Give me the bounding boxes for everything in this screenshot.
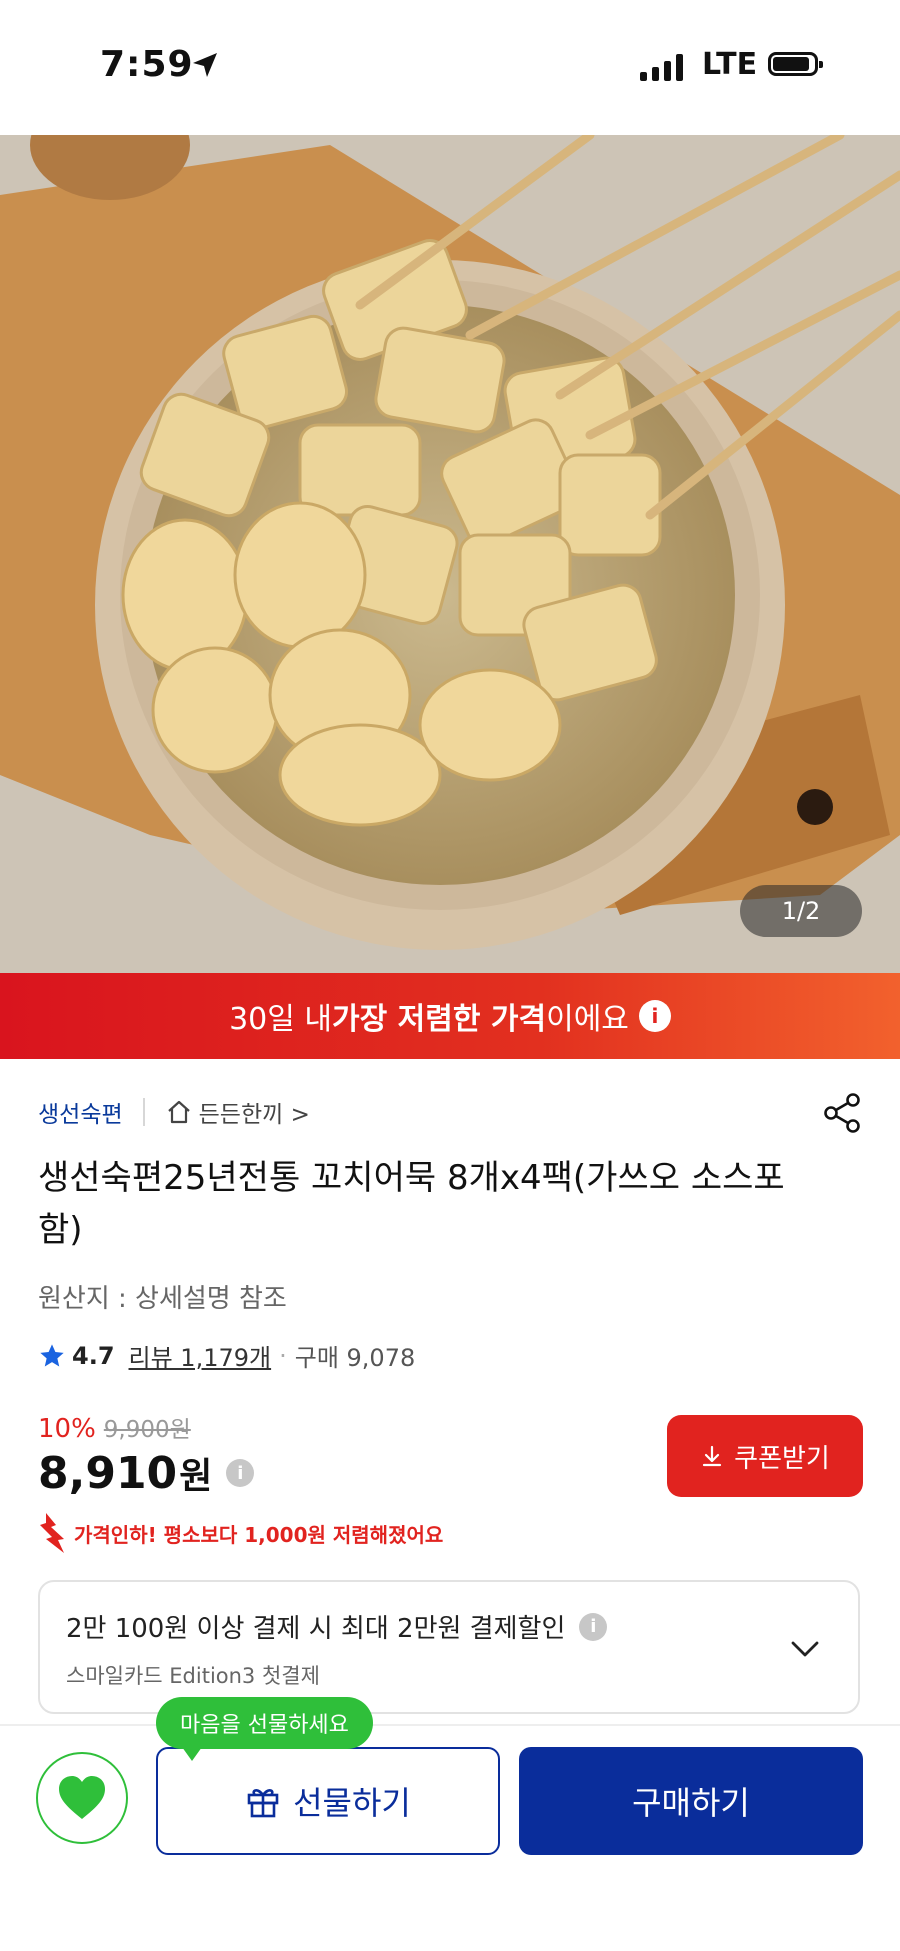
discount-row: 10% 9,900원 xyxy=(38,1410,191,1444)
banner-text-pre: 30일 내 xyxy=(229,1002,332,1037)
final-price-unit: 원 xyxy=(179,1456,213,1497)
banner-text-post: 이에요 xyxy=(546,1002,629,1037)
product-photo xyxy=(0,135,900,973)
chevron-down-icon[interactable] xyxy=(788,1632,822,1666)
gift-button[interactable]: 선물하기 xyxy=(156,1747,500,1855)
product-title: 생선숙편25년전통 꼬치어묵 8개x4팩(가쓰오 소스포함) xyxy=(38,1158,785,1250)
price-drop-arrow-icon xyxy=(40,1513,64,1553)
info-icon[interactable]: i xyxy=(638,1000,671,1032)
gift-icon xyxy=(247,1789,279,1818)
price-drop-text: 가격인하! 평소보다 1,000원 저렴해졌어요 xyxy=(74,1522,444,1547)
network-label: LTE xyxy=(702,47,758,82)
share-icon[interactable] xyxy=(822,1092,864,1134)
buy-button[interactable]: 구매하기 xyxy=(519,1747,863,1855)
category-label: 든든한끼 > xyxy=(198,1102,310,1128)
card-promo-title: 2만 100원 이상 결제 시 최대 2만원 결제할인 xyxy=(66,1614,566,1644)
card-promo-title-row: 2만 100원 이상 결제 시 최대 2만원 결제할인 i xyxy=(66,1608,608,1645)
gift-label: 선물하기 xyxy=(293,1784,411,1822)
price-drop-notice: 가격인하! 평소보다 1,000원 저렴해졌어요 xyxy=(38,1513,443,1553)
brand-link[interactable]: 생선숙편 xyxy=(38,1095,123,1129)
final-price-number: 8,910 xyxy=(38,1447,178,1499)
status-bar: 7:59 LTE xyxy=(0,0,900,135)
review-link[interactable]: 리뷰 1,179개 xyxy=(129,1338,272,1373)
category-link[interactable]: 든든한끼 > xyxy=(165,1095,310,1129)
image-counter: 1/2 xyxy=(740,885,862,937)
star-icon xyxy=(40,1343,64,1366)
heart-icon xyxy=(59,1776,105,1819)
card-info-icon[interactable]: i xyxy=(579,1612,608,1641)
brand-row: 생선숙편 든든한끼 > xyxy=(38,1095,310,1129)
divider xyxy=(142,1098,145,1126)
battery-icon xyxy=(768,52,823,76)
bottom-bar-divider xyxy=(0,1724,900,1726)
card-discount-panel[interactable]: 2만 100원 이상 결제 시 최대 2만원 결제할인 i 스마일카드 Edit… xyxy=(38,1580,860,1714)
card-promo-subtitle: 스마일카드 Edition3 첫결제 xyxy=(66,1664,320,1688)
home-icon xyxy=(167,1100,190,1124)
final-price: 8,910 원 i xyxy=(38,1447,255,1499)
purchase-count: 구매 9,078 xyxy=(294,1344,416,1372)
discount-rate: 10% xyxy=(38,1414,96,1444)
wishlist-button[interactable] xyxy=(36,1752,128,1844)
gift-tooltip-bubble: 마음을 선물하세요 xyxy=(156,1697,373,1761)
product-image-gallery[interactable]: 1/2 xyxy=(0,135,900,973)
price-info-icon[interactable]: i xyxy=(226,1459,255,1487)
coupon-button[interactable]: 쿠폰받기 xyxy=(667,1415,863,1497)
signal-icon xyxy=(640,53,683,81)
rating-value: 4.7 xyxy=(72,1341,115,1370)
download-icon xyxy=(703,1445,722,1467)
separator: · xyxy=(279,1341,287,1370)
rating-row: 4.7 리뷰 1,179개 · 구매 9,078 xyxy=(38,1338,415,1373)
product-origin: 원산지 : 상세설명 참조 xyxy=(38,1284,287,1314)
coupon-label: 쿠폰받기 xyxy=(734,1443,830,1474)
banner-text-bold: 가장 저렴한 가격 xyxy=(332,1002,547,1037)
original-price: 9,900원 xyxy=(103,1417,191,1443)
status-time: 7:59 xyxy=(100,44,194,85)
location-arrow-icon xyxy=(193,53,217,77)
lowest-price-banner: 30일 내 가장 저렴한 가격 이에요 i xyxy=(0,973,900,1059)
